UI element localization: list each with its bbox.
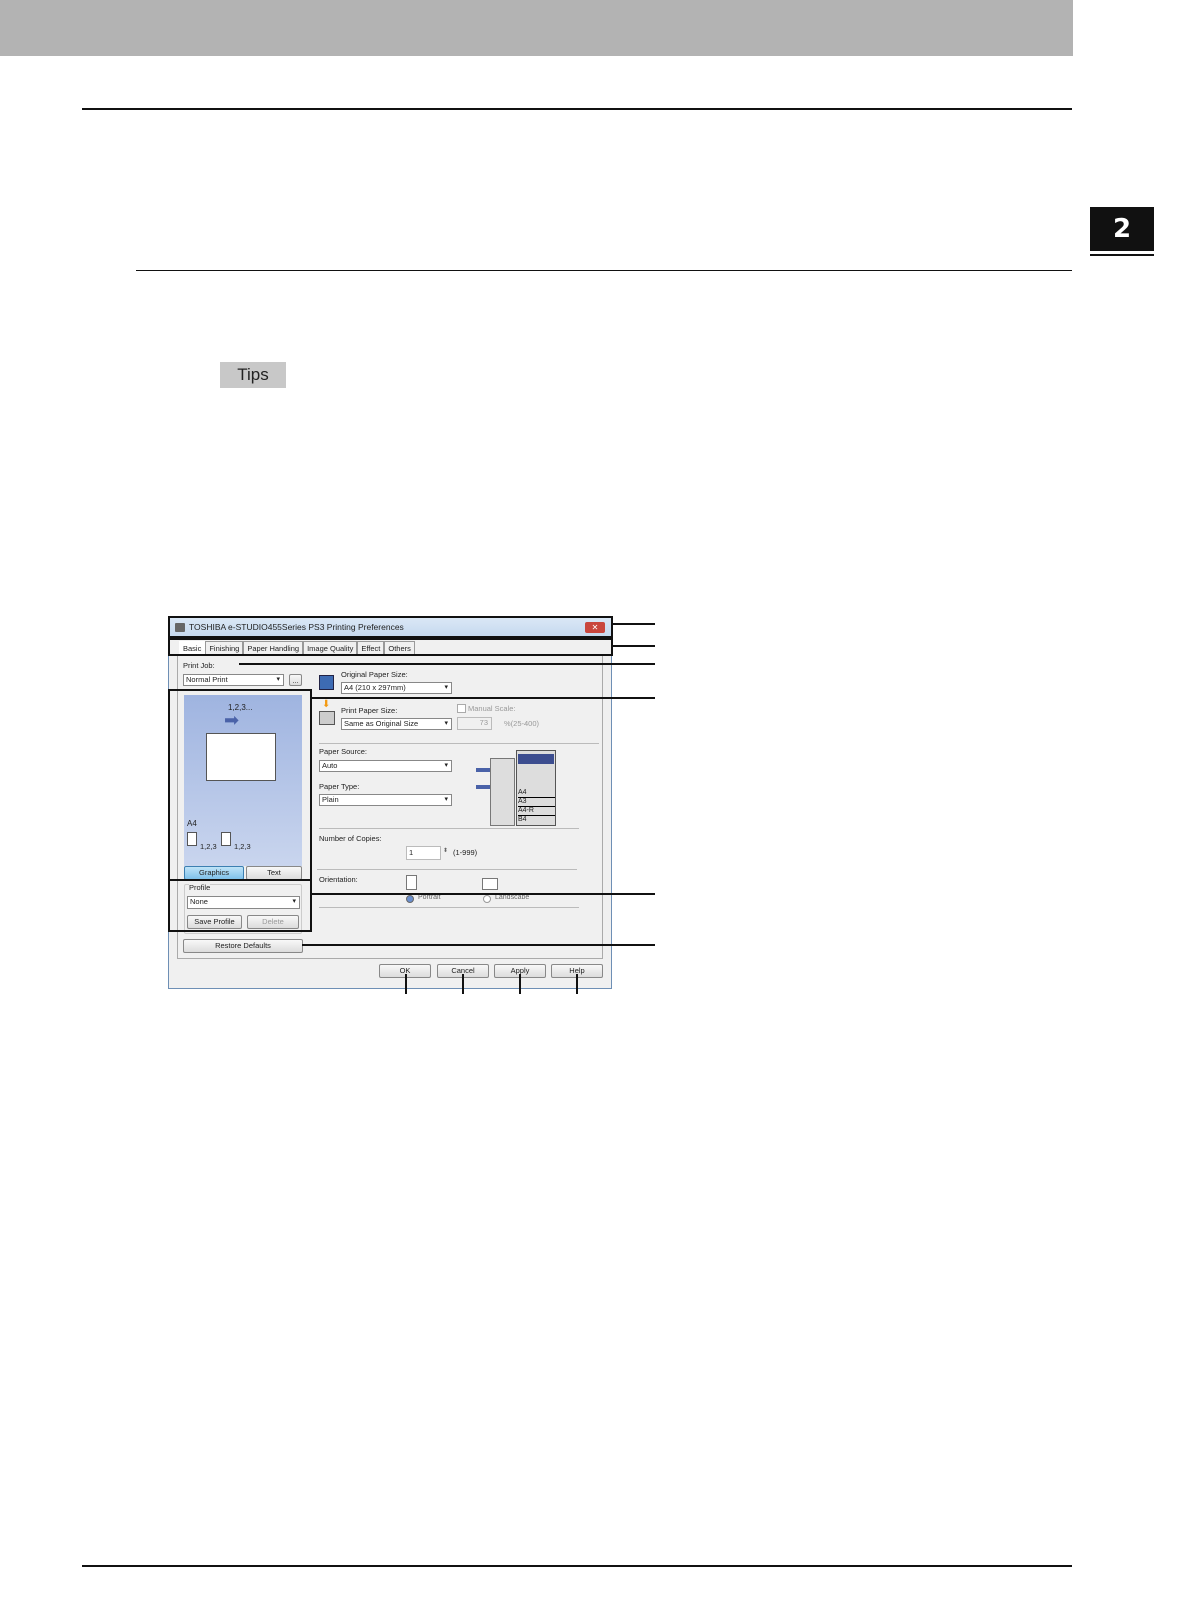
divider xyxy=(317,869,577,870)
callout-preview xyxy=(168,689,312,881)
paper-type-label: Paper Type: xyxy=(319,782,360,791)
paper-type-select[interactable]: Plain xyxy=(319,794,452,806)
print-job-select[interactable]: Normal Print xyxy=(183,674,284,686)
chapter-tab-underline xyxy=(1090,254,1154,256)
callout-profile xyxy=(168,879,312,932)
callout-line xyxy=(310,893,655,895)
section-rule xyxy=(82,108,1072,110)
manual-scale-range: %(25-400) xyxy=(504,719,540,728)
landscape-icon xyxy=(482,878,498,890)
print-paper-size-label: Print Paper Size: xyxy=(341,706,398,715)
print-paper-icon xyxy=(319,711,335,725)
divider xyxy=(319,743,599,744)
callout-line xyxy=(612,623,655,625)
divider xyxy=(319,828,579,829)
tray-label: A3 xyxy=(518,798,555,807)
manual-scale-input[interactable]: 73 xyxy=(457,717,492,730)
callout-line xyxy=(405,974,407,994)
restore-defaults-button[interactable]: Restore Defaults xyxy=(183,939,303,953)
portrait-radio[interactable] xyxy=(406,895,414,903)
callout-line xyxy=(612,645,655,647)
paper-source-select[interactable]: Auto xyxy=(319,760,452,772)
tray-label: A4-R xyxy=(518,807,555,816)
tray-label: A4 xyxy=(518,789,555,798)
callout-tabs xyxy=(168,638,613,656)
callout-line xyxy=(310,697,655,699)
original-paper-size-label: Original Paper Size: xyxy=(341,670,408,679)
print-job-more-button[interactable]: ... xyxy=(289,674,302,686)
landscape-radio[interactable] xyxy=(483,895,491,903)
chapter-tab: 2 xyxy=(1090,207,1154,251)
callout-line xyxy=(462,974,464,994)
tips-label: Tips xyxy=(220,362,286,388)
orientation-label: Orientation: xyxy=(319,875,358,884)
original-paper-icon xyxy=(319,675,334,690)
callout-line xyxy=(302,944,655,946)
callout-title-bar xyxy=(168,616,613,638)
paper-source-label: Paper Source: xyxy=(319,747,367,756)
arrow-down-icon: ⬇ xyxy=(322,699,331,710)
manual-scale-label: Manual Scale: xyxy=(468,704,516,713)
callout-line xyxy=(239,663,655,665)
copies-range: (1-999) xyxy=(453,848,478,857)
footer-rule xyxy=(82,1565,1072,1567)
print-paper-size-select[interactable]: Same as Original Size xyxy=(341,718,452,730)
manual-scale-checkbox[interactable] xyxy=(457,704,466,713)
copies-input[interactable]: 1 xyxy=(406,846,441,860)
subsection-rule xyxy=(136,270,1072,271)
original-paper-size-select[interactable]: A4 (210 x 297mm) xyxy=(341,682,452,694)
callout-line xyxy=(519,974,521,994)
copies-spinner[interactable]: ⬍ xyxy=(443,847,448,854)
printer-illustration: A4 A3 A4-R B4 xyxy=(472,748,558,826)
print-job-label: Print Job: xyxy=(183,661,215,670)
copies-label: Number of Copies: xyxy=(319,834,382,843)
header-band xyxy=(0,0,1073,56)
tray-label: B4 xyxy=(518,816,527,823)
portrait-icon xyxy=(406,875,417,890)
divider xyxy=(319,907,579,908)
callout-line xyxy=(576,974,578,994)
